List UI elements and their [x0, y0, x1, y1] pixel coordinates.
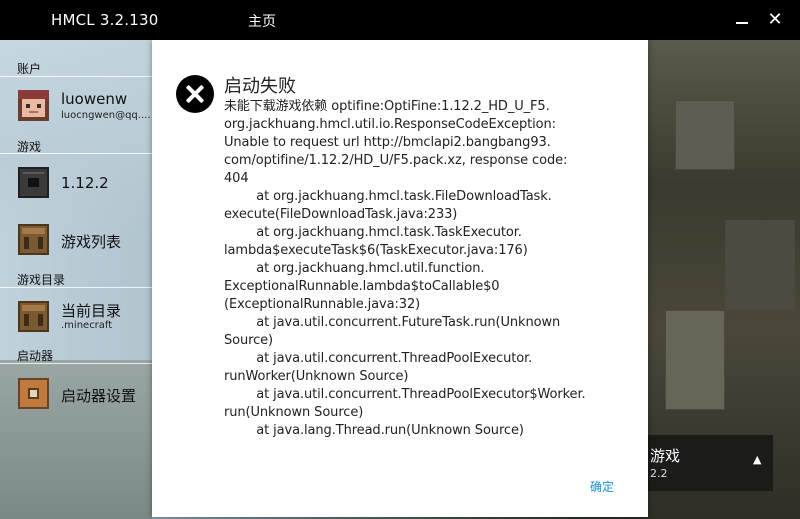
launch-title: 游戏 [650, 447, 681, 465]
section-label-account: 账户 [17, 62, 42, 76]
dialog-title: 启动失败 [224, 76, 296, 97]
furnace-icon [18, 167, 49, 198]
section-label-game-dir: 游戏目录 [17, 273, 66, 287]
sidebar: 账户 luowenw luocngwen@qq.... 游戏 1.12.2 游戏… [0, 40, 152, 519]
background-block [675, 100, 735, 170]
divider [0, 363, 152, 364]
divider [0, 287, 152, 288]
game-version-label: 1.12.2 [61, 174, 109, 192]
close-icon[interactable]: ✕ [764, 9, 786, 31]
error-dialog: 启动失败 未能下载游戏依赖 optifine:OptiFine:1.12.2_H… [152, 40, 648, 517]
avatar [18, 90, 49, 121]
crafting-table-icon [18, 301, 49, 332]
account-name: luowenw [61, 90, 128, 108]
launcher-settings-label: 启动器设置 [61, 387, 137, 405]
sidebar-item-game-list[interactable]: 游戏列表 [0, 215, 152, 265]
divider [0, 76, 152, 77]
sidebar-item-current-dir[interactable]: 当前目录 .minecraft [0, 292, 152, 342]
sidebar-item-account[interactable]: luowenw luocngwen@qq.... [0, 82, 152, 132]
divider [0, 153, 152, 154]
chevron-up-icon[interactable]: ▲ [753, 453, 761, 466]
launch-version: 2.2 [650, 467, 668, 480]
error-icon [176, 75, 214, 113]
game-list-label: 游戏列表 [61, 233, 122, 251]
background-block [665, 310, 725, 410]
account-email: luocngwen@qq.... [61, 110, 151, 121]
title-bar: HMCL 3.2.130 主页 ✕ [0, 0, 800, 40]
minimize-icon[interactable] [731, 9, 753, 31]
crafting-table-icon [18, 224, 49, 255]
sidebar-item-game-version[interactable]: 1.12.2 [0, 158, 152, 208]
command-block-icon [18, 378, 49, 409]
background-block [725, 220, 795, 310]
section-label-launcher: 启动器 [17, 349, 54, 363]
app-title: HMCL 3.2.130 [51, 11, 159, 29]
current-dir-label: 当前目录 [61, 302, 122, 320]
current-dir-path: .minecraft [61, 320, 113, 331]
launch-game-button[interactable]: 游戏 2.2 ▲ [648, 435, 773, 491]
sidebar-item-launcher-settings[interactable]: 启动器设置 [0, 369, 152, 419]
dialog-message: 未能下载游戏依赖 optifine:OptiFine:1.12.2_HD_U_F… [224, 99, 586, 438]
page-title: 主页 [248, 14, 276, 30]
ok-button[interactable]: 确定 [582, 477, 622, 495]
